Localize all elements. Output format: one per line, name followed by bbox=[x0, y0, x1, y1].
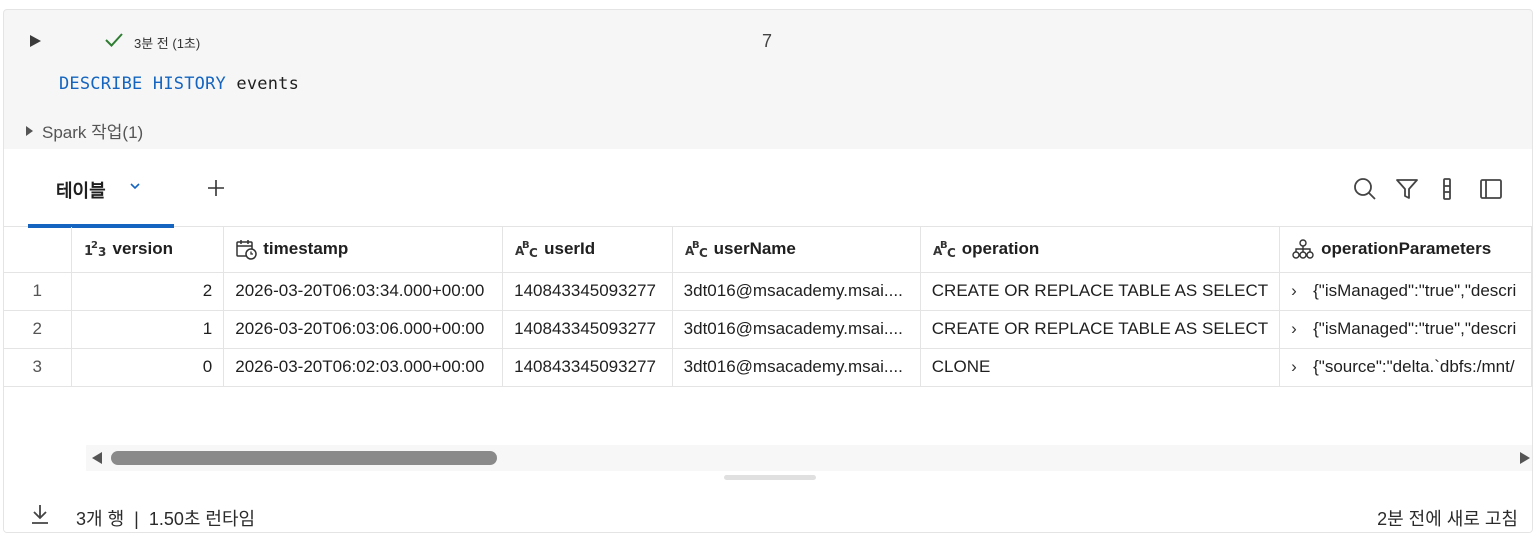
cell-operation-parameters[interactable]: › {"isManaged":"true","descri bbox=[1279, 272, 1532, 311]
table-header-row: 1 2 3 version timestamp A B C userId A B… bbox=[4, 227, 1532, 273]
cell-timestamp[interactable]: 2026-03-20T06:02:03.000+00:00 bbox=[223, 348, 504, 387]
cell-version[interactable]: 1 bbox=[71, 310, 225, 349]
cell-userid[interactable]: 140843345093277 bbox=[502, 348, 673, 387]
column-header-operation[interactable]: A B C operation bbox=[920, 227, 1281, 273]
result-tab-bar: 테이블 bbox=[4, 149, 1532, 228]
params-value: {"isManaged":"true","descri bbox=[1313, 281, 1517, 300]
cell-timestamp[interactable]: 2026-03-20T06:03:34.000+00:00 bbox=[223, 272, 504, 311]
chevron-right-icon[interactable]: › bbox=[1291, 357, 1303, 377]
result-table: 1 2 3 version timestamp A B C userId A B… bbox=[4, 227, 1532, 387]
cell-operation-parameters[interactable]: › {"isManaged":"true","descri bbox=[1279, 310, 1532, 349]
result-panel: 테이블 1 2 3 version timestamp A B C userId… bbox=[4, 149, 1532, 532]
column-header-timestamp[interactable]: timestamp bbox=[223, 227, 504, 273]
svg-text:C: C bbox=[699, 246, 708, 259]
sidebar-panel-icon[interactable] bbox=[1478, 176, 1504, 202]
sql-keyword: DESCRIBE bbox=[59, 74, 143, 94]
cell-version[interactable]: 0 bbox=[71, 348, 225, 387]
column-header-version[interactable]: 1 2 3 version bbox=[71, 227, 225, 273]
code-editor[interactable]: DESCRIBE HISTORY events bbox=[59, 74, 299, 94]
string-type-icon: A B C bbox=[515, 240, 538, 259]
column-header-label: userName bbox=[713, 239, 796, 259]
column-header-label: version bbox=[112, 239, 174, 259]
expand-triangle-icon bbox=[26, 125, 33, 136]
cell-userid[interactable]: 140843345093277 bbox=[502, 310, 673, 349]
chevron-right-icon[interactable]: › bbox=[1291, 319, 1303, 339]
cell-operation-parameters[interactable]: › {"source":"delta.`dbfs:/mnt/ bbox=[1279, 348, 1532, 387]
horizontal-scrollbar[interactable] bbox=[86, 445, 1532, 471]
result-resize-handle[interactable] bbox=[724, 475, 816, 480]
cell-userid[interactable]: 140843345093277 bbox=[502, 272, 673, 311]
spark-jobs-toggle[interactable]: Spark 작업(1) bbox=[24, 118, 143, 143]
cell-version[interactable]: 2 bbox=[71, 272, 225, 311]
column-header-label: operation bbox=[961, 239, 1040, 259]
params-value: {"isManaged":"true","descri bbox=[1313, 319, 1517, 338]
chevron-down-icon[interactable] bbox=[128, 179, 142, 193]
result-summary: 3개 행 | 1.50초 런타임 bbox=[76, 505, 255, 531]
calendar-clock-icon bbox=[236, 240, 258, 260]
column-header-username[interactable]: A B C userName bbox=[672, 227, 921, 273]
cell-number: 7 bbox=[762, 31, 773, 51]
table-row[interactable]: 2 1 2026-03-20T06:03:06.000+00:00 140843… bbox=[4, 310, 1532, 349]
table-row[interactable]: 3 0 2026-03-20T06:02:03.000+00:00 140843… bbox=[4, 348, 1532, 387]
success-check-icon bbox=[105, 33, 123, 47]
row-number: 1 bbox=[4, 272, 72, 311]
column-header-label: operationParameters bbox=[1321, 239, 1492, 259]
column-header-operationparameters[interactable]: operationParameters bbox=[1279, 227, 1532, 273]
search-icon[interactable] bbox=[1352, 176, 1378, 202]
run-cell-button[interactable] bbox=[30, 35, 41, 47]
string-type-icon: A B C bbox=[933, 240, 956, 259]
svg-text:C: C bbox=[947, 246, 956, 259]
column-header-label: timestamp bbox=[263, 239, 349, 259]
cell-operation[interactable]: CREATE OR REPLACE TABLE AS SELECT bbox=[920, 272, 1281, 311]
notebook-cell: 3분 전 (1초) 7 DESCRIBE HISTORY events Spar… bbox=[3, 9, 1533, 533]
filter-icon[interactable] bbox=[1394, 176, 1420, 202]
execution-status: 3분 전 (1초) bbox=[134, 36, 201, 51]
table-row[interactable]: 1 2 2026-03-20T06:03:34.000+00:00 140843… bbox=[4, 272, 1532, 311]
sql-table-name: events bbox=[236, 74, 300, 94]
result-footer: 3개 행 | 1.50초 런타임 2분 전에 새로 고침 bbox=[4, 489, 1532, 532]
tab-table[interactable]: 테이블 bbox=[28, 149, 174, 228]
params-value: {"source":"delta.`dbfs:/mnt/ bbox=[1313, 357, 1515, 376]
download-icon[interactable] bbox=[28, 502, 52, 526]
sql-keyword: HISTORY bbox=[152, 74, 226, 94]
column-header-rownum bbox=[4, 227, 72, 273]
row-count: 3개 행 bbox=[76, 509, 125, 529]
spark-jobs-label: Spark 작업(1) bbox=[42, 123, 144, 142]
cell-run-bar: 3분 전 (1초) 7 bbox=[4, 10, 1532, 72]
scroll-left-arrow-icon[interactable] bbox=[92, 452, 102, 464]
refresh-status: 2분 전에 새로 고침 bbox=[1377, 509, 1518, 529]
cell-operation[interactable]: CLONE bbox=[920, 348, 1281, 387]
scroll-right-arrow-icon[interactable] bbox=[1520, 452, 1530, 464]
row-number: 3 bbox=[4, 348, 72, 387]
svg-text:3: 3 bbox=[98, 245, 106, 259]
column-settings-icon[interactable] bbox=[1434, 176, 1460, 202]
scrollbar-thumb[interactable] bbox=[111, 451, 497, 465]
chevron-right-icon[interactable]: › bbox=[1291, 281, 1303, 301]
tab-table-label: 테이블 bbox=[56, 181, 106, 201]
cell-operation[interactable]: CREATE OR REPLACE TABLE AS SELECT bbox=[920, 310, 1281, 349]
cell-timestamp[interactable]: 2026-03-20T06:03:06.000+00:00 bbox=[223, 310, 504, 349]
map-type-icon bbox=[1292, 239, 1314, 259]
integer-type-icon: 1 2 3 bbox=[84, 240, 106, 259]
cell-username[interactable]: 3dt016@msacademy.msai.... bbox=[672, 348, 921, 387]
string-type-icon: A B C bbox=[685, 240, 708, 259]
svg-text:C: C bbox=[529, 246, 538, 259]
cell-username[interactable]: 3dt016@msacademy.msai.... bbox=[672, 272, 921, 311]
column-header-label: userId bbox=[544, 239, 596, 259]
footer-separator: | bbox=[134, 509, 139, 529]
row-number: 2 bbox=[4, 310, 72, 349]
runtime: 1.50초 런타임 bbox=[148, 509, 256, 529]
column-header-userid[interactable]: A B C userId bbox=[502, 227, 673, 273]
add-tab-plus-icon[interactable] bbox=[204, 176, 228, 200]
svg-text:2: 2 bbox=[91, 240, 98, 251]
cell-username[interactable]: 3dt016@msacademy.msai.... bbox=[672, 310, 921, 349]
